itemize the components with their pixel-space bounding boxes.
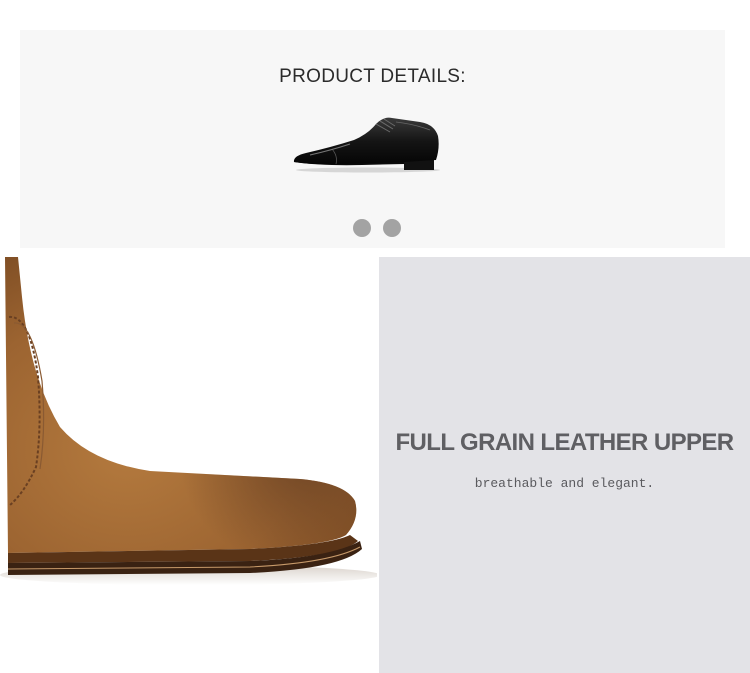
carousel-dots xyxy=(352,219,404,237)
feature-subtitle: breathable and elegant. xyxy=(474,476,655,491)
product-details-heading: PRODUCT DETAILS: xyxy=(279,66,466,87)
suede-chelsea-boot-icon xyxy=(0,257,377,585)
carousel-dot-2[interactable] xyxy=(383,219,401,237)
carousel-dot-1[interactable] xyxy=(353,219,371,237)
product-details-panel: PRODUCT DETAILS: xyxy=(20,30,725,248)
feature-panel: FULL GRAIN LEATHER UPPER breathable and … xyxy=(379,257,750,673)
feature-title: FULL GRAIN LEATHER UPPER xyxy=(395,429,734,456)
oxford-shoe-icon xyxy=(292,112,440,174)
boot-image-panel xyxy=(0,257,377,673)
